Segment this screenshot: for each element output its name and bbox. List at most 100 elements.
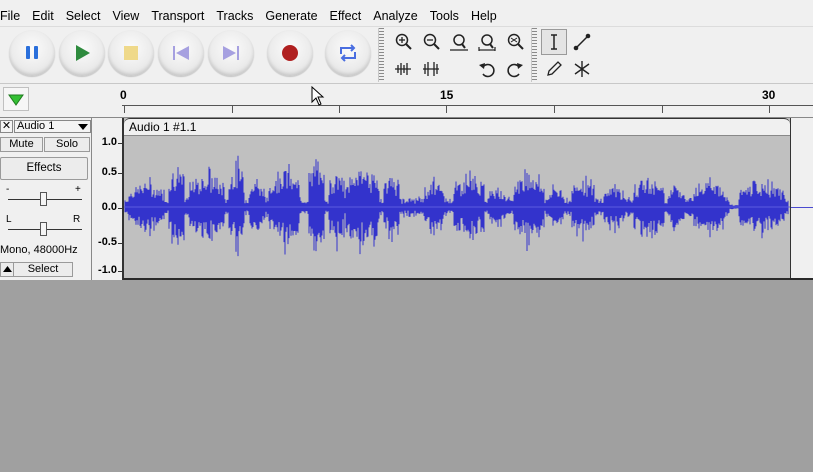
play-button[interactable] [59, 30, 105, 76]
collapse-up-icon [2, 266, 12, 272]
scale-label: 0.5 [101, 166, 117, 178]
zoom-in-icon [395, 33, 412, 50]
edit-toolbar [385, 27, 529, 83]
scale-label: 0.0 [101, 201, 117, 213]
menu-file[interactable]: File [0, 0, 26, 27]
scale-tick [118, 208, 122, 209]
ruler-tick [554, 105, 555, 113]
clip-title-bar[interactable]: Audio 1 #1.1 [124, 118, 790, 136]
multi-tool-button[interactable] [569, 56, 595, 82]
gain-minus-label: - [6, 184, 10, 195]
ruler-tick [662, 105, 663, 113]
scale-tick [118, 143, 122, 144]
track-name-menu[interactable]: Audio 1 [14, 120, 91, 133]
track-name-label: Audio 1 [17, 120, 55, 132]
toolbar-area [0, 27, 813, 83]
undo-icon [479, 63, 495, 78]
ruler-label: 30 [762, 88, 776, 102]
ruler-tick [124, 105, 125, 113]
audio-track: ✕ Audio 1 Mute Solo Effects - + L R Mono… [0, 118, 813, 280]
gain-plus-label: + [75, 184, 81, 195]
menu-analyze[interactable]: Analyze [367, 0, 423, 27]
menu-generate[interactable]: Generate [259, 0, 323, 27]
ruler-tick [232, 105, 233, 113]
ruler-tick [446, 105, 447, 113]
gain-slider[interactable] [40, 192, 47, 206]
menu-help[interactable]: Help [465, 0, 503, 27]
skip-to-start-icon [173, 46, 189, 60]
pan-left-label: L [6, 214, 12, 225]
draw-tool-button[interactable] [541, 56, 567, 82]
silence-button[interactable] [418, 56, 444, 82]
fit-selection-button[interactable] [446, 29, 472, 55]
toolbar-grip[interactable] [378, 28, 384, 82]
ruler-label: 15 [440, 88, 454, 102]
zoom-out-button[interactable] [418, 29, 444, 55]
ruler-tick [769, 105, 770, 113]
loop-button[interactable] [325, 30, 371, 76]
record-icon [282, 45, 298, 61]
zoom-toggle-button[interactable] [502, 29, 528, 55]
fit-project-icon [478, 34, 496, 51]
scale-label: -1.0 [98, 264, 117, 276]
transport-toolbar [0, 27, 377, 83]
menu-view[interactable]: View [106, 0, 145, 27]
zoom-toggle-icon [507, 33, 524, 50]
draw-tool-icon [547, 61, 562, 76]
envelope-tool-button[interactable] [569, 29, 595, 55]
menu-select[interactable]: Select [60, 0, 107, 27]
play-head-triangle-icon [8, 94, 24, 106]
fit-selection-icon [450, 34, 468, 51]
project-background[interactable] [0, 280, 813, 472]
track-empty-area[interactable] [791, 118, 813, 278]
trim-outside-button[interactable] [390, 56, 416, 82]
pan-right-label: R [73, 214, 81, 225]
skip-to-end-icon [223, 46, 239, 60]
scale-tick [118, 173, 122, 174]
scale-tick [118, 243, 122, 244]
effects-button[interactable]: Effects [0, 157, 88, 180]
mute-button[interactable]: Mute [0, 137, 43, 152]
record-button[interactable] [267, 30, 313, 76]
waveform-area[interactable] [124, 136, 790, 278]
ruler-tick [339, 105, 340, 113]
audio-clip[interactable]: Audio 1 #1.1 [123, 118, 791, 278]
multi-tool-icon [574, 61, 590, 77]
redo-button[interactable] [502, 56, 528, 82]
play-icon [76, 45, 90, 61]
redo-icon [507, 63, 523, 78]
play-head-button[interactable] [3, 87, 29, 111]
trim-outside-icon [395, 63, 411, 75]
track-select-button[interactable]: Select [13, 262, 73, 277]
menu-effect[interactable]: Effect [324, 0, 368, 27]
stop-button[interactable] [108, 30, 154, 76]
menu-edit[interactable]: Edit [26, 0, 60, 27]
selection-tool-icon [551, 34, 557, 50]
scale-tick [118, 271, 122, 272]
fit-project-button[interactable] [474, 29, 500, 55]
pause-button[interactable] [9, 30, 55, 76]
track-close-button[interactable]: ✕ [0, 120, 13, 133]
menu-tracks[interactable]: Tracks [210, 0, 259, 27]
collapse-track-button[interactable] [0, 262, 13, 277]
skip-to-start-button[interactable] [158, 30, 204, 76]
pan-slider[interactable] [40, 222, 47, 236]
envelope-tool-icon [573, 33, 591, 51]
waveform [124, 155, 790, 257]
zoom-in-button[interactable] [390, 29, 416, 55]
toolbar-grip[interactable] [531, 28, 537, 82]
timeline-ruler[interactable]: 0 15 30 [0, 83, 813, 118]
menu-tools[interactable]: Tools [424, 0, 465, 27]
loop-icon [340, 44, 356, 62]
zoom-out-icon [423, 33, 440, 50]
amplitude-scale: 1.0 0.5 0.0 -0.5 -1.0 [92, 118, 123, 280]
solo-button[interactable]: Solo [44, 137, 90, 152]
track-control-panel: ✕ Audio 1 Mute Solo Effects - + L R Mono… [0, 118, 92, 280]
menu-transport[interactable]: Transport [145, 0, 210, 27]
selection-tool-button[interactable] [541, 29, 567, 55]
menu-bar: File Edit Select View Transport Tracks Generat… [0, 0, 813, 27]
skip-to-end-button[interactable] [208, 30, 254, 76]
undo-button[interactable] [474, 56, 500, 82]
ruler-baseline [122, 105, 813, 106]
scale-label: -0.5 [98, 236, 117, 248]
